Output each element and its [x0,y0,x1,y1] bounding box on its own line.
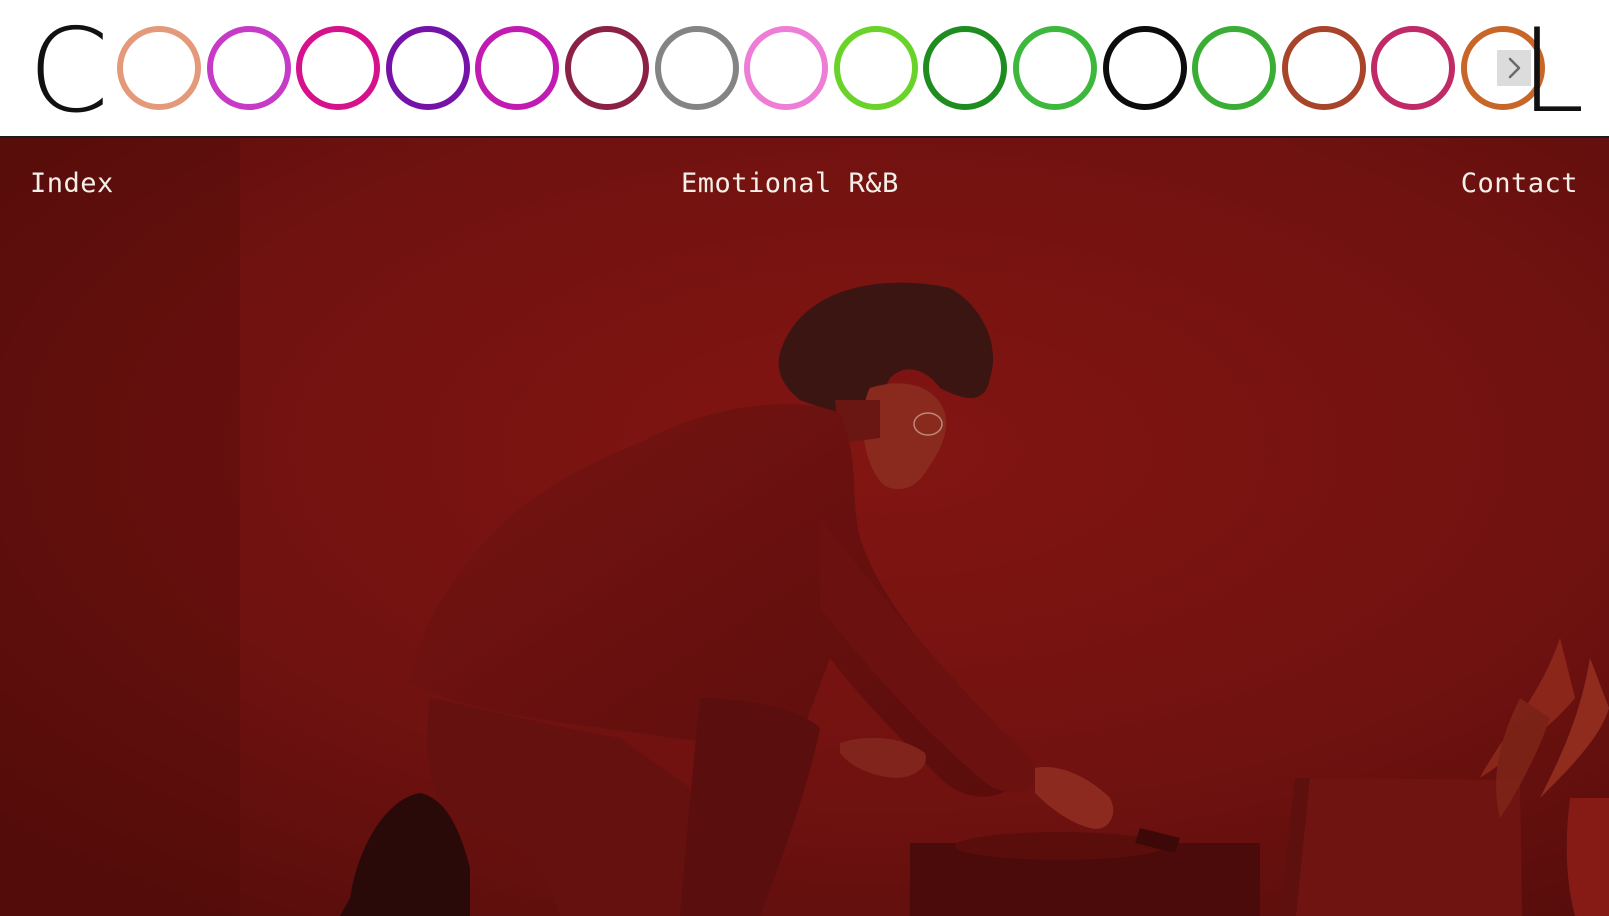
color-ring[interactable] [206,26,291,110]
hero-video: Index Emotional R&B Contact [0,138,1609,916]
color-ring[interactable] [296,26,381,110]
color-ring[interactable] [744,26,829,110]
nav-index-link[interactable]: Index [30,168,114,199]
color-ring[interactable] [833,26,918,110]
color-ring[interactable] [1013,26,1097,110]
site-header: C L [0,0,1609,138]
color-ring[interactable] [923,26,1008,110]
color-ring[interactable] [117,26,201,110]
color-ring[interactable] [475,26,560,110]
color-ring[interactable] [1192,26,1277,110]
genre-title: Emotional R&B [681,168,899,199]
color-ring[interactable] [385,26,470,110]
color-ring[interactable] [1371,26,1456,110]
next-button[interactable] [1497,50,1531,86]
nav-contact-link[interactable]: Contact [1461,168,1578,199]
logo-letter-c: C [28,4,109,138]
color-ring[interactable] [565,26,649,110]
hero-image [0,138,1609,916]
color-ring[interactable] [654,26,739,110]
chevron-right-icon [1508,57,1521,79]
color-ring[interactable] [1281,26,1366,110]
color-ring[interactable] [1102,26,1187,110]
